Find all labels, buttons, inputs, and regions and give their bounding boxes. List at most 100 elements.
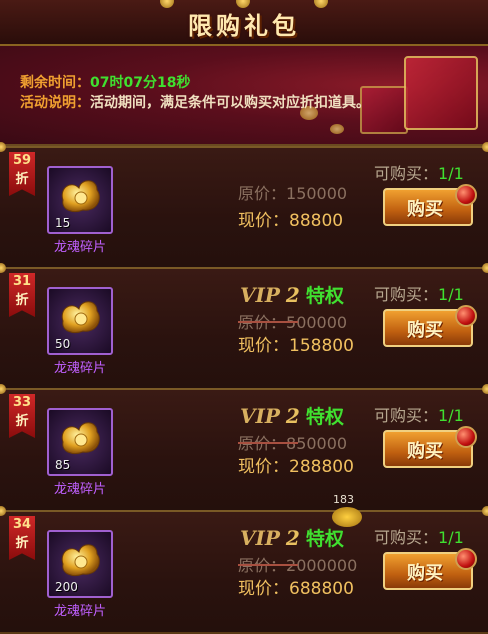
event-description-value: 活动期间，满足条件可以购买对应折扣道具。 — [90, 95, 370, 111]
item-slot[interactable]: 200 — [47, 530, 113, 598]
discount-value: 33 — [12, 395, 32, 410]
corner-ornament-icon — [0, 384, 6, 394]
item-name: 龙魂碎片 — [53, 482, 106, 497]
item-slot[interactable]: 50 — [47, 287, 113, 355]
buy-button[interactable]: 购买 — [383, 548, 477, 590]
strikethrough-line — [238, 321, 298, 323]
current-price-label: 现价： — [238, 579, 289, 599]
original-price: 原价：2000000 — [238, 552, 357, 576]
privilege-label: 特权 — [305, 528, 344, 550]
page-title: 限购礼包 — [188, 12, 300, 40]
current-price-label: 现价： — [238, 336, 289, 356]
purchase-limit-value: 1/1 — [438, 406, 464, 425]
dragon-soul-fragment-icon — [61, 180, 100, 213]
purchase-limit: 可购买：1/1 — [374, 281, 464, 305]
vip-requirement: VIP 2 特权 — [240, 524, 344, 551]
pack-item: 33 折 85 龙魂碎片 VIP2特权 原价：850000 — [0, 384, 488, 512]
event-description: 活动说明：活动期间，满足条件可以购买对应折扣道具。 — [20, 92, 370, 112]
purchase-limit: 可购买：1/1 — [374, 402, 464, 426]
vip-requirement: VIP 2 特权 — [240, 281, 344, 308]
buy-button[interactable]: 购买 — [383, 305, 477, 347]
discount-value: 34 — [12, 517, 32, 532]
purchase-limit-label: 可购买： — [374, 164, 439, 183]
current-price-label: 现价： — [238, 211, 289, 231]
purchase-limit-value: 1/1 — [438, 285, 464, 304]
pack-item: 59 折 15 龙魂碎片 原价：150000 现价：88800 可购买：1/1 … — [0, 142, 488, 270]
buy-button[interactable]: 购买 — [383, 426, 477, 468]
corner-ornament-icon — [0, 142, 6, 152]
discount-value: 59 — [12, 153, 32, 168]
discount-unit: 折 — [15, 536, 29, 551]
discount-ribbon: 34 折 — [9, 516, 35, 560]
discount-ribbon: 33 折 — [9, 394, 35, 438]
purchase-limit-label: 可购买： — [374, 528, 439, 547]
discount-value: 31 — [12, 274, 32, 289]
purchase-limit-value: 1/1 — [438, 164, 464, 183]
original-price-label: 原价： — [238, 184, 287, 203]
gift-box-icon — [404, 56, 478, 130]
vip-label: VIP — [240, 283, 280, 307]
buy-button-label: 购买 — [407, 199, 443, 220]
item-slot[interactable]: 85 — [47, 408, 113, 476]
item-count: 50 — [55, 337, 71, 351]
coin-icon — [330, 124, 344, 134]
red-gem-icon — [455, 305, 477, 327]
discount-ribbon: 31 折 — [9, 273, 35, 317]
corner-ornament-icon — [482, 142, 488, 152]
remaining-time: 剩余时间：07时07分18秒 — [20, 72, 190, 92]
remaining-time-label: 剩余时间： — [20, 75, 90, 91]
gold-coins-icon — [332, 507, 362, 527]
corner-ornament-icon — [482, 263, 488, 273]
red-gem-icon — [455, 548, 477, 570]
vip-level: 2 — [285, 526, 300, 550]
purchase-limit-label: 可购买： — [374, 285, 439, 304]
vip-level: 2 — [285, 404, 300, 428]
corner-ornament-icon — [0, 263, 6, 273]
item-name: 龙魂碎片 — [53, 240, 106, 255]
corner-ornament-icon — [482, 506, 488, 516]
item-slot[interactable]: 15 — [47, 166, 113, 234]
current-price-value: 288800 — [289, 457, 354, 477]
original-price-value: 150000 — [286, 184, 348, 203]
title-bar: 限购礼包 — [0, 0, 488, 46]
original-price: 原价：150000 — [238, 180, 347, 204]
original-price: 原价：850000 — [238, 430, 347, 454]
current-price-value: 88800 — [289, 211, 344, 231]
dragon-soul-fragment-icon — [61, 301, 100, 334]
corner-ornament-icon — [0, 506, 6, 516]
event-banner: 剩余时间：07时07分18秒 活动说明：活动期间，满足条件可以购买对应折扣道具。 — [0, 46, 488, 146]
item-name: 龙魂碎片 — [53, 361, 106, 376]
current-price-value: 688800 — [289, 579, 354, 599]
vip-label: VIP — [240, 526, 280, 550]
pack-item: 31 折 50 龙魂碎片 VIP2特权 原价：500000 — [0, 263, 488, 391]
item-count: 15 — [55, 216, 71, 230]
current-price-label: 现价： — [238, 457, 289, 477]
item-count: 85 — [55, 458, 71, 472]
discount-unit: 折 — [15, 414, 29, 429]
item-count: 200 — [55, 580, 78, 594]
current-price: 现价：288800 — [238, 452, 354, 477]
purchase-limit: 可购买：1/1 — [374, 524, 464, 548]
vip-requirement: VIP 2 特权 — [240, 402, 344, 429]
red-gem-icon — [455, 184, 477, 206]
discount-unit: 折 — [15, 293, 29, 308]
current-price: 现价：88800 — [238, 206, 343, 231]
purchase-limit-label: 可购买： — [374, 406, 439, 425]
privilege-label: 特权 — [305, 406, 344, 428]
red-gem-icon — [455, 426, 477, 448]
buy-button-label: 购买 — [407, 320, 443, 341]
buy-button[interactable]: 购买 — [383, 184, 477, 226]
coin-counter: 183 — [333, 493, 354, 506]
item-name: 龙魂碎片 — [53, 604, 106, 619]
purchase-limit-value: 1/1 — [438, 528, 464, 547]
dragon-soul-fragment-icon — [61, 422, 100, 455]
event-description-label: 活动说明： — [20, 95, 90, 111]
vip-label: VIP — [240, 404, 280, 428]
discount-unit: 折 — [15, 172, 29, 187]
current-price: 现价：688800 — [238, 574, 354, 599]
privilege-label: 特权 — [305, 285, 344, 307]
original-price: 原价：500000 — [238, 309, 347, 333]
vip-level: 2 — [285, 283, 300, 307]
current-price-value: 158800 — [289, 336, 354, 356]
remaining-time-value: 07时07分18秒 — [90, 75, 191, 91]
